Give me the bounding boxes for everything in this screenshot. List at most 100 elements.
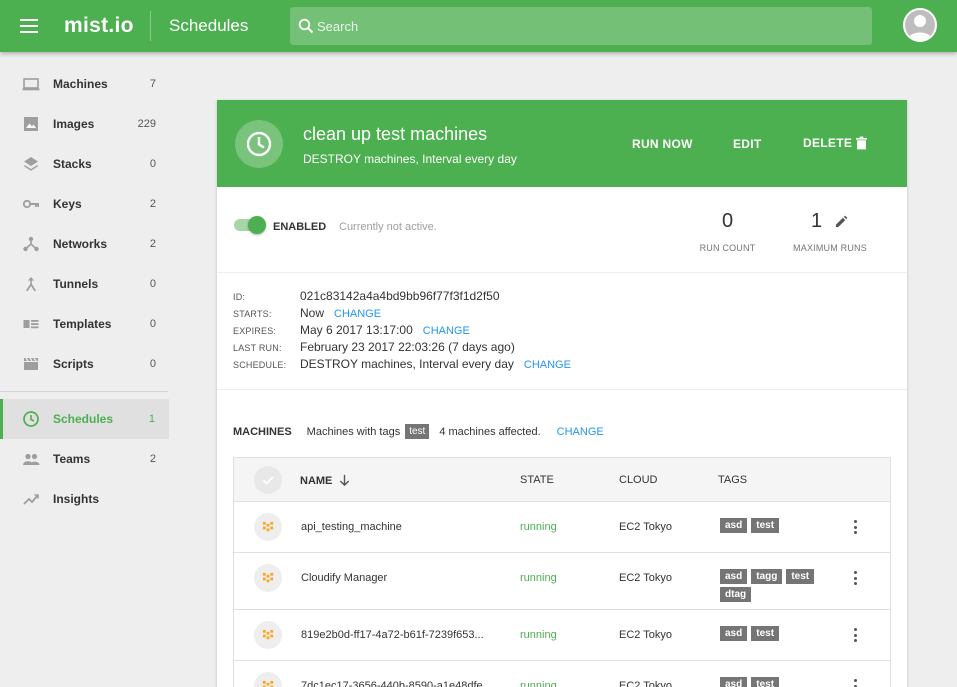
templates-icon <box>22 315 40 333</box>
tag-chip: tagg <box>751 569 783 584</box>
avatar[interactable] <box>903 8 937 42</box>
toggle-knob[interactable] <box>248 216 266 234</box>
schedule-subtitle: DESTROY machines, Interval every day <box>303 152 517 166</box>
detail-value: Now <box>300 306 325 320</box>
sidebar-item-images[interactable]: Images 229 <box>0 104 170 144</box>
delete-label: DELETE <box>803 136 853 150</box>
table-row[interactable]: api_testing_machine running EC2 Tokyo asd te… <box>234 502 890 553</box>
machines-title: MACHINES <box>233 425 292 438</box>
machines-table: NAME STATE CLOUD TAGS api_testing_machin… <box>233 457 891 687</box>
stat-caption: RUN COUNT <box>699 243 756 253</box>
hamburger-icon <box>20 19 38 33</box>
table-row[interactable]: 819e2b0d-ff17-4a72-b61f-7239f653... runni… <box>234 610 890 661</box>
column-header-name[interactable]: NAME <box>300 474 351 487</box>
tag-chip: asd <box>720 677 748 687</box>
sidebar-item-count: 0 <box>149 278 156 290</box>
stat-value: 1 <box>785 210 875 233</box>
menu-button[interactable] <box>0 0 58 52</box>
delete-button[interactable]: DELETE <box>803 136 868 150</box>
machine-tags: asd test <box>720 518 840 533</box>
machine-name[interactable]: 819e2b0d-ff17-4a72-b61f-7239f653... <box>301 629 501 641</box>
maximum-runs-stat: 1 MAXIMUM RUNS <box>785 210 875 253</box>
table-header: NAME STATE CLOUD TAGS <box>234 458 890 502</box>
column-label: NAME <box>300 474 333 487</box>
more-vert-icon[interactable] <box>849 627 861 643</box>
sidebar-item-machines[interactable]: Machines 7 <box>0 64 170 104</box>
change-expires-link[interactable]: CHANGE <box>423 325 470 337</box>
more-vert-icon[interactable] <box>849 519 861 535</box>
sidebar-item-schedules[interactable]: Schedules 1 <box>0 399 169 439</box>
machine-icon[interactable] <box>254 564 282 592</box>
sidebar-item-count: 1 <box>148 413 155 425</box>
column-header-cloud[interactable]: CLOUD <box>619 474 658 486</box>
machine-state: running <box>520 629 557 641</box>
filter-tag: test <box>405 424 430 439</box>
tag-chip: test <box>751 677 780 687</box>
user-avatar-icon <box>905 10 935 40</box>
change-starts-link[interactable]: CHANGE <box>334 308 381 320</box>
search-box[interactable] <box>290 7 872 45</box>
search-input[interactable] <box>317 18 837 34</box>
sidebar-item-keys[interactable]: Keys 2 <box>0 184 170 224</box>
app-logo[interactable]: mist.io <box>58 14 146 38</box>
detail-starts: STARTS: Now CHANGE <box>233 306 891 323</box>
page-title: Schedules <box>169 16 249 35</box>
run-now-button[interactable]: RUN NOW <box>632 137 693 151</box>
column-header-state[interactable]: STATE <box>520 474 554 486</box>
tag-chip: asd <box>720 626 748 641</box>
schedule-details: ID: 021c83142a4a4bd9bb96f77f3f1d2f50 STA… <box>217 273 907 390</box>
trash-icon <box>856 136 868 150</box>
sidebar-item-scripts[interactable]: Scripts 0 <box>0 344 170 384</box>
change-machines-link[interactable]: CHANGE <box>557 426 604 438</box>
machine-cloud: EC2 Tokyo <box>619 572 672 584</box>
machine-name[interactable]: api_testing_machine <box>301 521 501 533</box>
sidebar-item-stacks[interactable]: Stacks 0 <box>0 144 170 184</box>
detail-schedule: SCHEDULE: DESTROY machines, Interval eve… <box>233 357 891 374</box>
schedule-card: clean up test machines DESTROY machines,… <box>217 100 907 687</box>
more-vert-icon[interactable] <box>849 570 861 586</box>
tunnels-icon <box>22 275 40 293</box>
select-all-checkbox[interactable] <box>254 466 282 494</box>
sidebar-item-networks[interactable]: Networks 2 <box>0 224 170 264</box>
change-schedule-link[interactable]: CHANGE <box>524 359 571 371</box>
detail-label: EXPIRES: <box>233 326 277 336</box>
enabled-label: ENABLED <box>273 221 327 233</box>
pencil-icon[interactable] <box>834 214 849 229</box>
images-icon <box>22 115 40 133</box>
detail-label: LAST RUN: <box>233 343 282 353</box>
stat-value: 0 <box>695 210 760 233</box>
machine-icon[interactable] <box>254 672 282 687</box>
machine-icon[interactable] <box>254 513 282 541</box>
tag-chip: dtag <box>720 587 752 602</box>
table-row[interactable]: 7dc1ec17-3656-440b-8590-a1e48dfe... runni… <box>234 661 890 687</box>
sidebar-item-teams[interactable]: Teams 2 <box>0 439 170 479</box>
machine-icon[interactable] <box>254 621 282 649</box>
arrow-down-icon <box>340 474 350 487</box>
sidebar-item-insights[interactable]: Insights <box>0 479 170 519</box>
more-vert-icon[interactable] <box>849 678 861 687</box>
sidebar-item-count: 0 <box>149 318 156 330</box>
machine-state: running <box>520 572 557 584</box>
machine-cloud: EC2 Tokyo <box>619 521 672 533</box>
sidebar-item-tunnels[interactable]: Tunnels 0 <box>0 264 170 304</box>
tag-chip: test <box>786 569 815 584</box>
table-row[interactable]: Cloudify Manager running EC2 Tokyo asd tagg t… <box>234 553 890 610</box>
clock-icon <box>22 410 40 428</box>
detail-expires: EXPIRES: May 6 2017 13:17:00 CHANGE <box>233 323 891 340</box>
machine-cloud: EC2 Tokyo <box>619 680 672 687</box>
schedule-heading: clean up test machines DESTROY machines,… <box>303 124 517 166</box>
sidebar-item-count: 2 <box>149 453 156 465</box>
enabled-toggle[interactable] <box>234 216 266 234</box>
machine-name[interactable]: Cloudify Manager <box>301 572 501 584</box>
machine-name[interactable]: 7dc1ec17-3656-440b-8590-a1e48dfe... <box>301 680 501 687</box>
sidebar-item-templates[interactable]: Templates 0 <box>0 304 170 344</box>
sidebar-divider <box>0 391 168 392</box>
detail-value: 021c83142a4a4bd9bb96f77f3f1d2f50 <box>300 289 500 303</box>
edit-button[interactable]: EDIT <box>733 137 762 151</box>
detail-label: STARTS: <box>233 309 272 319</box>
tag-chip: asd <box>720 518 748 533</box>
teams-icon <box>22 450 40 468</box>
stat-number: 1 <box>810 210 823 232</box>
column-header-tags[interactable]: TAGS <box>718 474 747 486</box>
activity-status: Currently not active. <box>339 221 437 233</box>
